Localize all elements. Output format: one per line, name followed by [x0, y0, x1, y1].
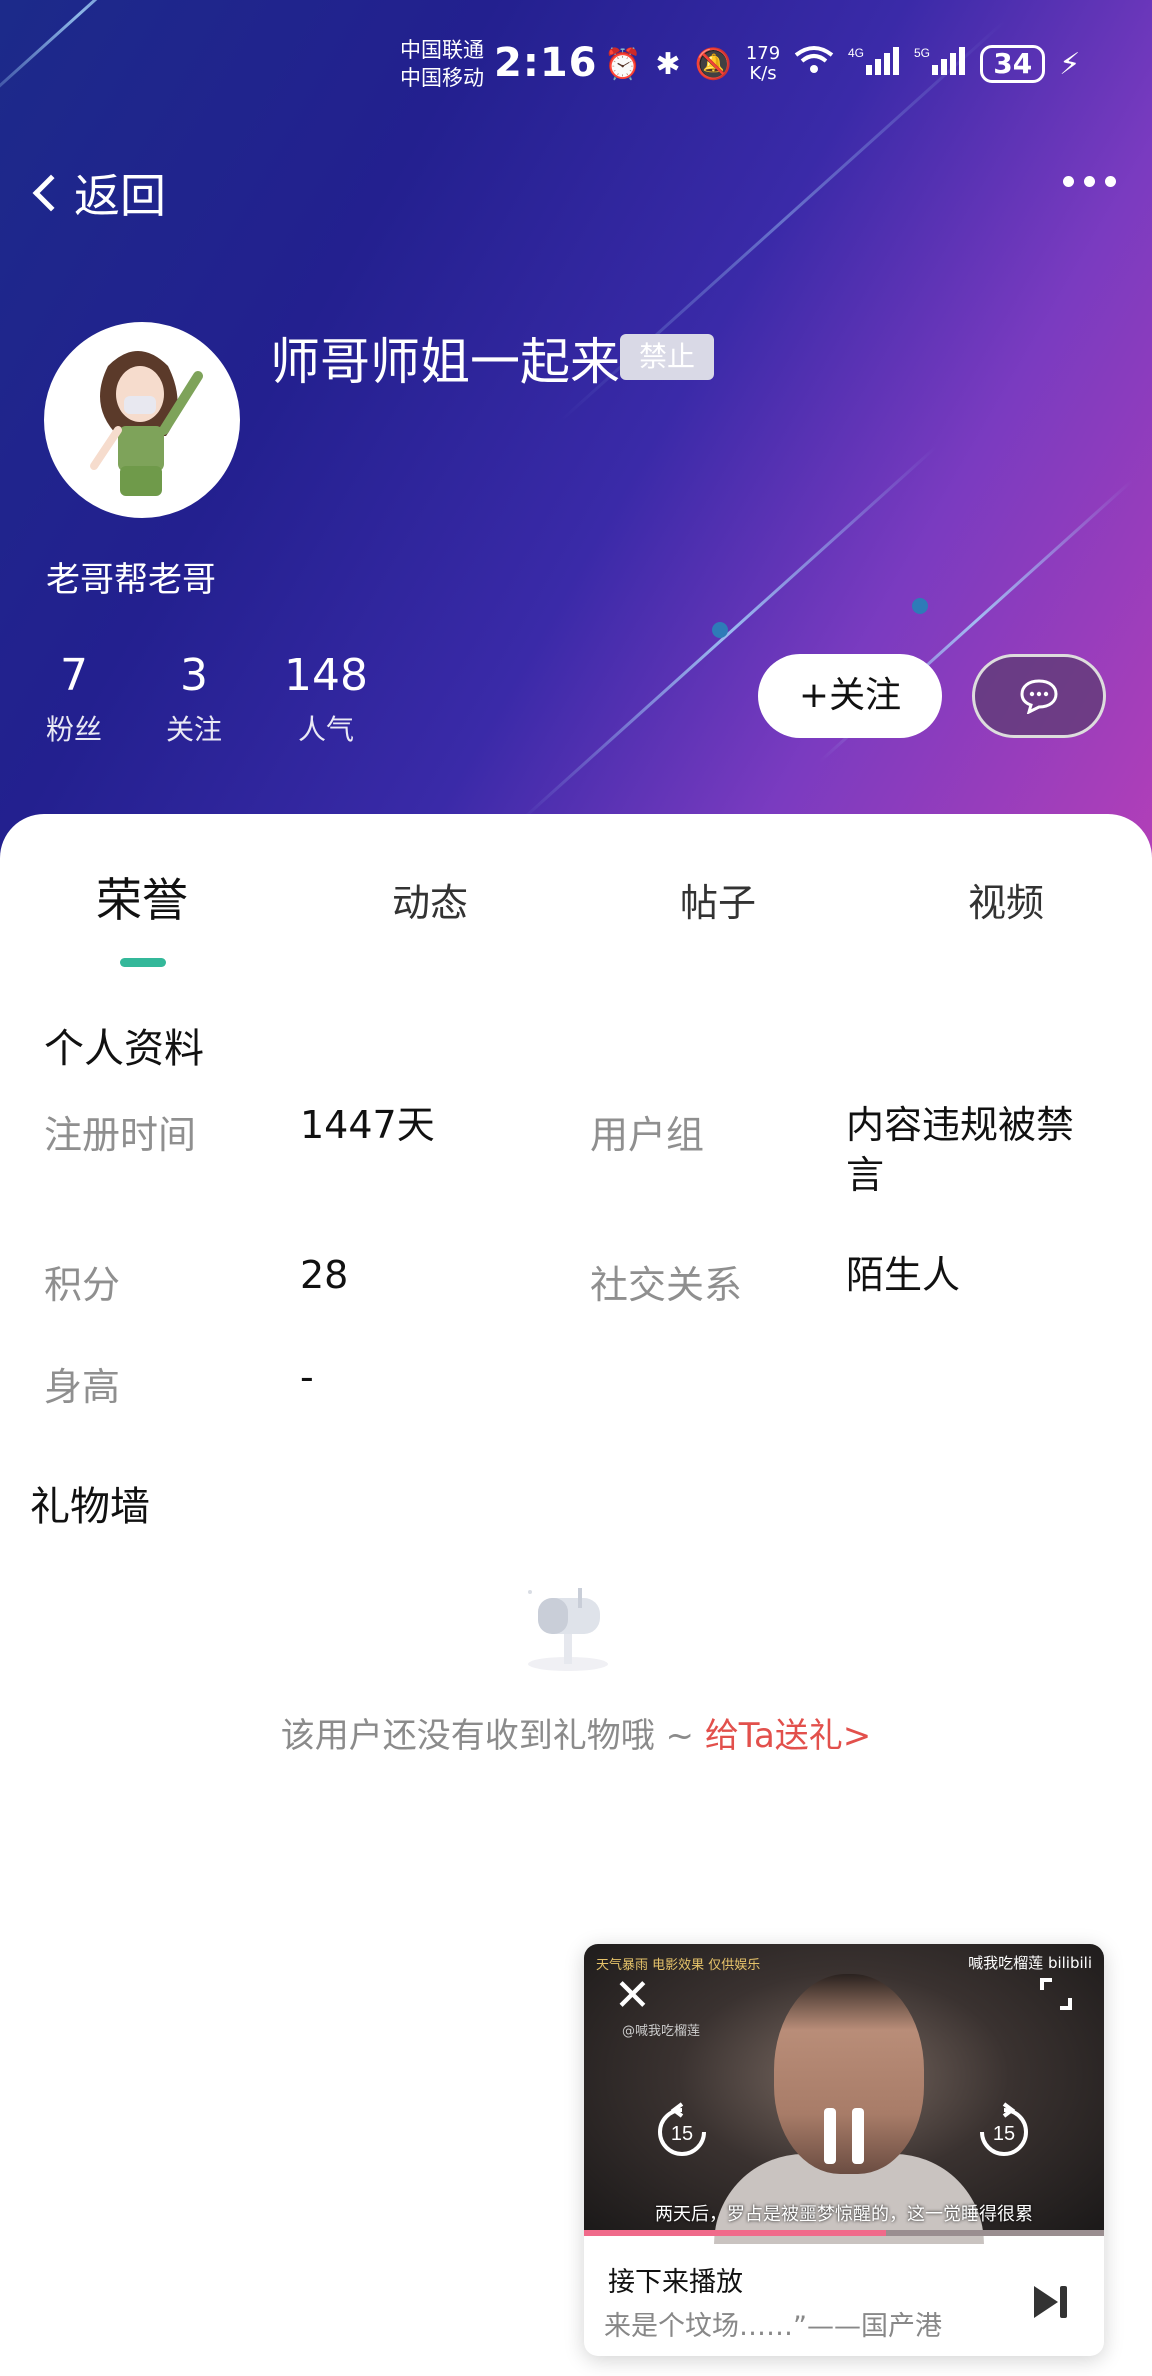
tab-activity[interactable]: 动态 — [392, 872, 468, 927]
decor-dot — [912, 598, 928, 614]
gift-wall-empty-text: 该用户还没有收到礼物哦 ~ — [280, 1716, 705, 1756]
wifi-icon — [794, 45, 834, 83]
field-value-points: 28 — [300, 1253, 349, 1297]
field-label-height: 身高 — [44, 1365, 121, 1409]
battery-indicator: 34 — [980, 45, 1046, 83]
tab-posts[interactable]: 帖子 — [680, 872, 756, 927]
stat-value: 148 — [284, 650, 368, 701]
light-streak — [518, 445, 938, 823]
back-button[interactable]: 返回 — [28, 160, 166, 226]
chevron-left-icon — [32, 174, 70, 212]
pause-button[interactable] — [818, 2106, 870, 2170]
video-subtitle: 两天后，罗占是被噩梦惊醒的，这一觉睡得很累 — [655, 2204, 1033, 2225]
carrier-2: 中国移动 — [400, 66, 484, 90]
skip-next-icon — [1034, 2286, 1067, 2318]
field-label-points: 积分 — [44, 1263, 121, 1307]
forward-15-button[interactable]: 15 — [974, 2102, 1034, 2166]
forward-icon: 15 — [980, 2102, 1028, 2156]
gift-wall-empty-message: 该用户还没有收到礼物哦 ~ 给Ta送礼> — [0, 1708, 1152, 1757]
mute-icon: 🔕 — [694, 46, 732, 82]
stat-label: 关注 — [165, 713, 222, 746]
network-speed: 179 K/s — [746, 44, 780, 84]
signal-5g-icon: 5G — [914, 45, 966, 83]
field-label-relationship: 社交关系 — [590, 1263, 743, 1307]
profile-header-background: 中国联通 中国移动 2:16 ⏰ ✱ 🔕 179 K/s 4G 5G 34 ⚡ — [0, 0, 1152, 860]
chat-bubble-icon — [1020, 679, 1058, 714]
rewind-seconds: 15 — [671, 2123, 693, 2145]
video-watermark: 喊我吃榴莲 bilibili — [968, 1954, 1092, 1972]
more-dot-icon — [1105, 176, 1116, 187]
personal-info-title: 个人资料 — [44, 1026, 204, 1072]
field-label-register-time: 注册时间 — [44, 1113, 197, 1157]
svg-text:5G: 5G — [914, 46, 930, 60]
speed-value: 179 — [745, 43, 781, 64]
pause-icon — [824, 2108, 864, 2164]
status-bar: 中国联通 中国移动 2:16 ⏰ ✱ 🔕 179 K/s 4G 5G 34 ⚡ — [0, 30, 1152, 110]
field-value-register-time: 1447天 — [300, 1103, 435, 1147]
play-next-button[interactable] — [1032, 2284, 1070, 2324]
stat-value: 3 — [180, 650, 208, 701]
signal-4g-icon: 4G — [848, 45, 900, 83]
field-value-user-group: 内容违规被禁言 — [846, 1103, 1075, 1197]
carrier-1: 中国联通 — [400, 38, 484, 62]
tab-honor[interactable]: 荣誉 — [96, 864, 188, 930]
avatar-illustration — [48, 326, 236, 514]
field-value-relationship: 陌生人 — [846, 1253, 961, 1297]
more-dot-icon — [1063, 176, 1074, 187]
charging-icon: ⚡ — [1059, 46, 1081, 82]
stat-label: 人气 — [297, 713, 354, 746]
field-label-user-group: 用户组 — [590, 1113, 705, 1157]
tab-videos[interactable]: 视频 — [968, 872, 1044, 927]
bluetooth-icon: ✱ — [655, 46, 681, 82]
avatar[interactable] — [44, 322, 240, 518]
message-button[interactable] — [972, 654, 1106, 738]
expand-icon[interactable] — [1038, 1976, 1074, 2012]
stat-following[interactable]: 3 关注 — [164, 650, 224, 748]
profile-signature: 老哥帮老哥 — [46, 560, 216, 600]
back-label: 返回 — [74, 169, 166, 223]
profile-tabs: 荣誉 动态 帖子 视频 — [0, 872, 1152, 942]
video-uploader: @喊我吃榴莲 — [622, 2024, 701, 2039]
rewind-15-button[interactable]: 15 — [652, 2102, 712, 2166]
more-options-button[interactable] — [1063, 176, 1116, 187]
up-next-title[interactable]: 来是个坟场……”——国产港 — [604, 2304, 994, 2343]
send-gift-link[interactable]: 给Ta送礼> — [705, 1716, 871, 1756]
carrier-names: 中国联通 中国移动 — [400, 36, 484, 92]
close-icon[interactable]: ✕ — [614, 1974, 651, 2018]
forward-seconds: 15 — [993, 2123, 1015, 2145]
status-icons: ⏰ ✱ 🔕 179 K/s 4G 5G 34 ⚡ — [604, 44, 1080, 84]
rewind-icon: 15 — [658, 2102, 706, 2156]
speed-unit: K/s — [749, 63, 777, 84]
follow-button[interactable]: +关注 — [758, 654, 942, 738]
active-tab-indicator — [120, 958, 166, 967]
video-progress-fill — [584, 2230, 886, 2236]
profile-username: 师哥师姐一起来 — [270, 333, 620, 391]
ban-status-badge: 禁止 — [620, 334, 714, 380]
status-clock: 2:16 — [494, 40, 598, 86]
svg-text:4G: 4G — [848, 46, 864, 60]
decor-dot — [712, 622, 728, 638]
stat-fans[interactable]: 7 粉丝 — [44, 650, 104, 748]
gift-wall-title: 礼物墙 — [30, 1484, 150, 1530]
video-progress-bar[interactable] — [584, 2230, 1104, 2236]
up-next-label: 接下来播放 — [608, 2267, 743, 2298]
alarm-icon: ⏰ — [604, 46, 642, 82]
more-dot-icon — [1084, 176, 1095, 187]
video-frame[interactable]: 天气暴雨 电影效果 仅供娱乐 喊我吃榴莲 bilibili ✕ @喊我吃榴莲 1… — [584, 1944, 1104, 2244]
field-value-height: - — [300, 1355, 314, 1399]
empty-mailbox-icon — [516, 1584, 616, 1674]
stat-value: 7 — [60, 650, 88, 701]
mini-video-player[interactable]: 天气暴雨 电影效果 仅供娱乐 喊我吃榴莲 bilibili ✕ @喊我吃榴莲 1… — [584, 1944, 1104, 2356]
stat-label: 粉丝 — [45, 713, 102, 746]
stat-popularity: 148 人气 — [276, 650, 376, 748]
